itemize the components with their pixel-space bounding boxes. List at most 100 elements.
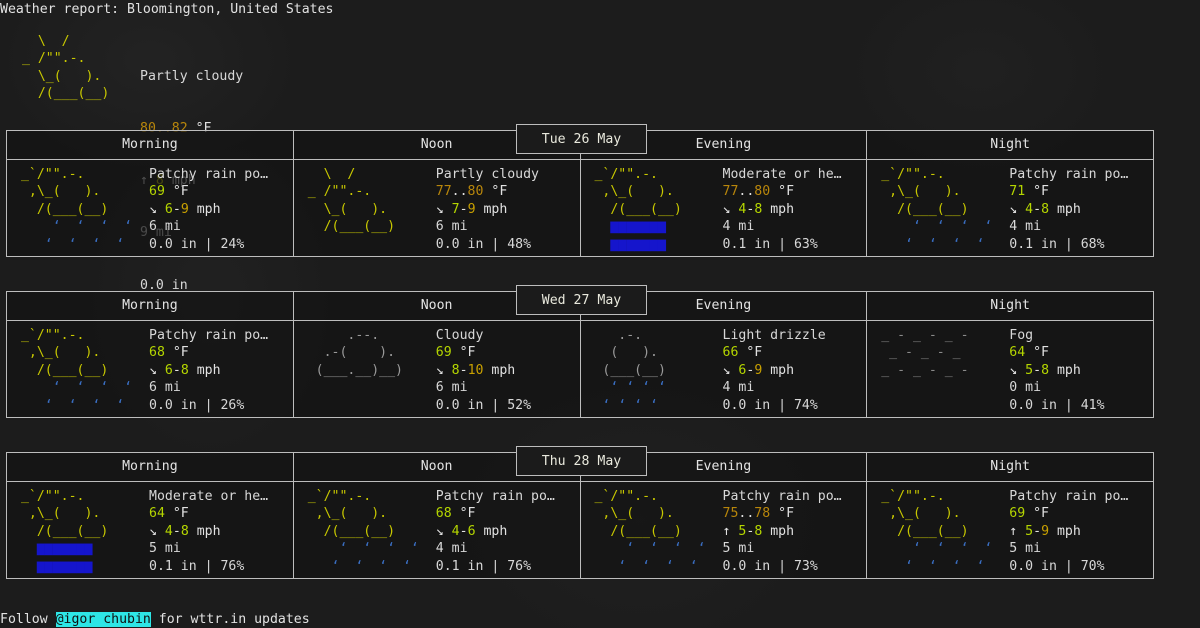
temperature-text: 77..80 °F (435, 184, 508, 200)
wind-text: ↑ 5-8 mph (722, 523, 795, 539)
patchy-rain-icon: _`/"".-. ,\_( ). /(___(__) ‘ ‘ ‘ ‘ ‘ ‘ ‘… (873, 167, 993, 252)
temperature-text: 64 °F (1009, 345, 1049, 361)
footer-suffix: for wttr.in updates (150, 612, 310, 627)
fog-icon: _ - _ - _ - _ - _ - _ _ - _ - _ - (873, 328, 969, 378)
wind-text: ↘ 4-8 mph (722, 201, 795, 217)
temperature-text: 75..78 °F (722, 506, 795, 522)
precipitation-text: 0.0 in | 74% (722, 397, 818, 413)
visibility-text: 6 mi (149, 219, 181, 235)
condition-text: Patchy rain po… (435, 489, 555, 504)
condition-text: Patchy rain po… (1009, 489, 1129, 504)
page-title: Weather report: Bloomington, United Stat… (0, 2, 334, 17)
visibility-text: 6 mi (149, 380, 181, 396)
temperature-text: 69 °F (1009, 506, 1049, 522)
date-label: Thu 28 May (516, 446, 647, 476)
forecast-body-row: _`/"".-. ,\_( ). /(___(__) ‘ ‘ ‘ ‘ ‘ ‘ ‘… (7, 321, 1153, 417)
column-header-night: Night (990, 459, 1030, 474)
patchy-rain-icon: _`/"".-. ,\_( ). /(___(__) ‘ ‘ ‘ ‘ ‘ ‘ ‘… (13, 328, 133, 413)
temperature-text: 66 °F (722, 345, 763, 361)
heavy-rain-icon: _`/"".-. ,\_( ). /(___(__) ▆▆▆▆▆▆▆ ▆▆▆▆▆… (13, 489, 109, 574)
forecast-cell-morning: _`/"".-. ,\_( ). /(___(__) ‘ ‘ ‘ ‘ ‘ ‘ ‘… (7, 160, 294, 256)
forecast-details: Patchy rain po… 69 °F ↘ 6-9 mph 6 mi 0.0 in … (149, 166, 268, 256)
visibility-text: 6 mi (435, 380, 468, 396)
precipitation-text: 0.0 in | 24% (149, 236, 245, 252)
forecast-cell-noon: .--. .-( ). (___.__)__) Cloudy 69 °F ↘ 8-1… (294, 321, 581, 417)
visibility-text: 6 mi (435, 219, 468, 235)
precipitation-text: 0.1 in | 68% (1009, 236, 1105, 252)
forecast-details: Patchy rain po… 69 °F ↑ 5-9 mph 5 mi 0.0 in … (1009, 488, 1128, 578)
current-condition: Partly cloudy (140, 68, 244, 84)
forecast-details: Patchy rain po… 68 °F ↘ 4-6 mph 4 mi 0.1 in … (436, 488, 555, 578)
visibility-text: 4 mi (722, 219, 755, 235)
column-header-night: Night (990, 137, 1030, 152)
column-header-morning: Morning (7, 131, 294, 159)
author-handle-link[interactable]: @igor chubin (55, 612, 151, 627)
forecast-cell-night: _`/"".-. ,\_( ). /(___(__) ‘ ‘ ‘ ‘ ‘ ‘ ‘… (867, 482, 1153, 578)
condition-text: Cloudy (435, 328, 484, 343)
forecast-cell-evening: _`/"".-. ,\_( ). /(___(__) ‘ ‘ ‘ ‘ ‘ ‘ ‘… (581, 482, 868, 578)
forecast-details: Light drizzle 66 °F ↘ 6-9 mph 4 mi 0.0 in | … (723, 327, 826, 417)
visibility-text: 5 mi (722, 541, 755, 557)
temperature-text: 69 °F (435, 345, 476, 361)
forecast-details: Cloudy 69 °F ↘ 8-10 mph 6 mi 0.0 in | 52% (436, 327, 531, 417)
visibility-text: 5 mi (149, 541, 181, 557)
precipitation-text: 0.0 in | 73% (722, 558, 818, 574)
visibility-text: 5 mi (1009, 541, 1042, 557)
forecast-cell-night: _`/"".-. ,\_( ). /(___(__) ‘ ‘ ‘ ‘ ‘ ‘ ‘… (867, 160, 1153, 256)
forecast-cell-morning: _`/"".-. ,\_( ). /(___(__) ‘ ‘ ‘ ‘ ‘ ‘ ‘… (7, 321, 294, 417)
temperature-text: 64 °F (149, 506, 189, 522)
forecast-details: Fog 64 °F ↘ 5-8 mph 0 mi 0.0 in | 41% (1009, 327, 1104, 417)
wind-text: ↘ 4-6 mph (435, 523, 508, 539)
column-header-morning: Morning (7, 453, 294, 481)
temperature-text: 69 °F (149, 184, 189, 200)
column-header-morning: Morning (7, 292, 294, 320)
patchy-rain-icon: _`/"".-. ,\_( ). /(___(__) ‘ ‘ ‘ ‘ ‘ ‘ ‘… (873, 489, 993, 574)
forecast-body-row: _`/"".-. ,\_( ). /(___(__) ‘ ‘ ‘ ‘ ‘ ‘ ‘… (7, 160, 1153, 256)
forecast-details: Moderate or he… 77..80 °F ↘ 4-8 mph 4 mi 0.1… (723, 166, 842, 256)
forecast-details: Patchy rain po… 75..78 °F ↑ 5-8 mph 5 mi 0.0… (723, 488, 842, 578)
forecast-cell-morning: _`/"".-. ,\_( ). /(___(__) ▆▆▆▆▆▆▆ ▆▆▆▆▆… (7, 482, 294, 578)
precipitation-text: 0.0 in | 26% (149, 397, 245, 413)
terminal-screen: Weather report: Bloomington, United Stat… (0, 0, 1200, 628)
forecast-cell-evening: _`/"".-. ,\_( ). /(___(__) ▆▆▆▆▆▆▆ ▆▆▆▆▆… (581, 160, 868, 256)
temperature-text: 71 °F (1009, 184, 1049, 200)
cloudy-icon: .--. .-( ). (___.__)__) (299, 328, 403, 378)
condition-text: Patchy rain po… (1009, 167, 1129, 182)
condition-text: Light drizzle (722, 328, 826, 343)
condition-text: Patchy rain po… (149, 328, 269, 343)
wind-text: ↘ 6-8 mph (149, 362, 221, 378)
date-label: Tue 26 May (516, 124, 647, 154)
condition-text: Fog (1009, 328, 1034, 343)
forecast-cell-noon: \ / _ /"".-. \_( ). /(___(__) Partly clo… (294, 160, 581, 256)
forecast-cell-evening: .-. ( ). (___(__) ‘ ‘ ‘ ‘ ‘ ‘ ‘ ‘ Light d… (581, 321, 868, 417)
patchy-rain-icon: _`/"".-. ,\_( ). /(___(__) ‘ ‘ ‘ ‘ ‘ ‘ ‘… (13, 167, 133, 252)
footer-credit: Follow @igor chubin for wttr.in updates (0, 611, 310, 628)
partly-cloudy-icon: \ / _ /"".-. \_( ). /(___(__) (299, 167, 396, 235)
forecast-details: Patchy rain po… 68 °F ↘ 6-8 mph 6 mi 0.0 in … (149, 327, 268, 417)
heavy-rain-icon: _`/"".-. ,\_( ). /(___(__) ▆▆▆▆▆▆▆ ▆▆▆▆▆… (586, 167, 682, 252)
forecast-details: Partly cloudy 77..80 °F ↘ 7-9 mph 6 mi 0.0 i… (436, 166, 539, 256)
wind-text: ↘ 8-10 mph (435, 362, 516, 378)
condition-text: Moderate or he… (722, 167, 842, 182)
condition-text: Moderate or he… (149, 489, 269, 504)
precipitation-text: 0.1 in | 63% (722, 236, 818, 252)
precipitation-text: 0.0 in | 52% (435, 397, 532, 413)
patchy-rain-icon: _`/"".-. ,\_( ). /(___(__) ‘ ‘ ‘ ‘ ‘ ‘ ‘… (299, 489, 419, 574)
forecast-cell-noon: _`/"".-. ,\_( ). /(___(__) ‘ ‘ ‘ ‘ ‘ ‘ ‘… (294, 482, 581, 578)
forecast-cell-night: _ - _ - _ - _ - _ - _ _ - _ - _ - Fog 64 … (867, 321, 1153, 417)
condition-text: Patchy rain po… (722, 489, 842, 504)
visibility-text: 4 mi (435, 541, 468, 557)
condition-text: Partly cloudy (435, 167, 539, 182)
visibility-text: 0 mi (1009, 380, 1042, 396)
forecast-details: Moderate or he… 64 °F ↘ 4-8 mph 5 mi 0.1 in … (149, 488, 268, 578)
temperature-text: 68 °F (435, 506, 476, 522)
wind-text: ↘ 4-8 mph (1009, 201, 1081, 217)
patchy-rain-icon: _`/"".-. ,\_( ). /(___(__) ‘ ‘ ‘ ‘ ‘ ‘ ‘… (586, 489, 706, 574)
precipitation-text: 0.1 in | 76% (149, 558, 245, 574)
column-header-night: Night (990, 298, 1030, 313)
wind-text: ↘ 6-9 mph (722, 362, 795, 378)
wind-text: ↘ 4-8 mph (149, 523, 221, 539)
forecast-details: Patchy rain po… 71 °F ↘ 4-8 mph 4 mi 0.1 in … (1009, 166, 1128, 256)
precipitation-text: 0.0 in | 48% (435, 236, 532, 252)
date-label: Wed 27 May (516, 285, 647, 315)
